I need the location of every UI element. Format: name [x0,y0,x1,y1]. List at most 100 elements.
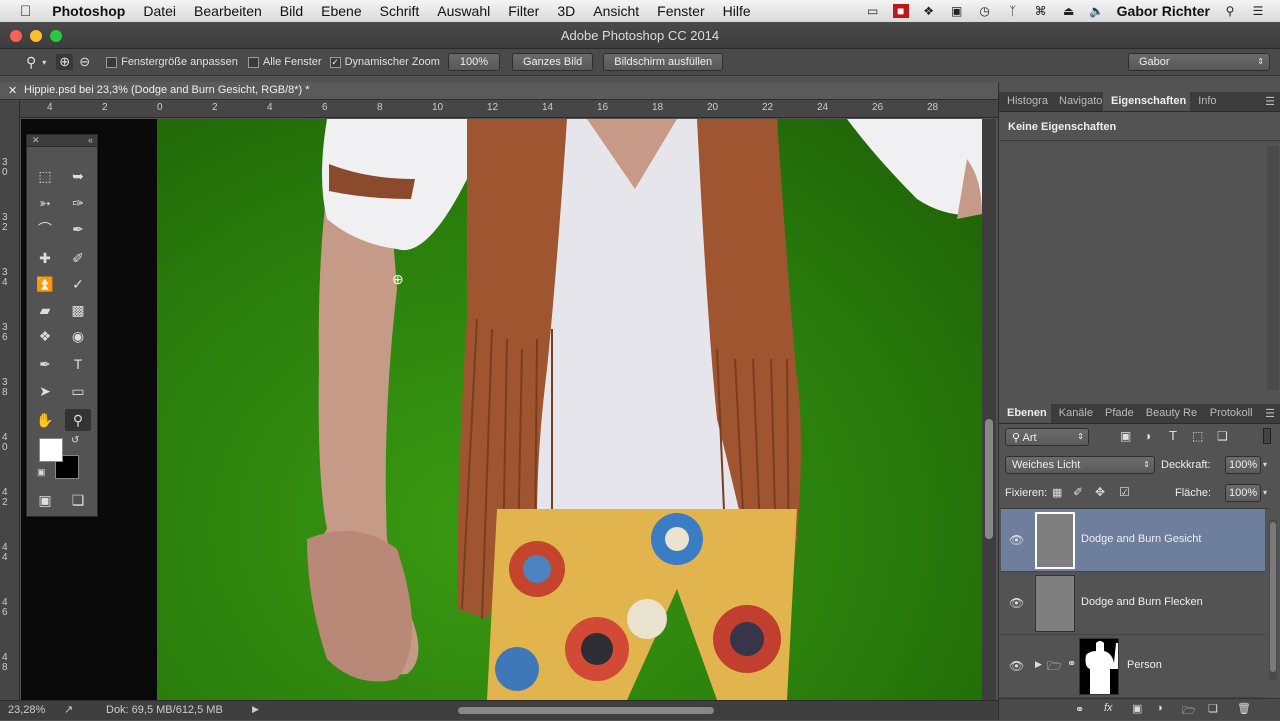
menu-ebene[interactable]: Ebene [312,3,370,19]
tab-layers[interactable]: Ebenen [999,404,1051,423]
menu-3d[interactable]: 3D [548,3,584,19]
tab-channels[interactable]: Kanäle [1051,404,1097,423]
spotlight-search-icon[interactable]: ⚲ [1222,4,1238,18]
fill-dropdown-icon[interactable]: ▾ [1263,488,1267,497]
opacity-dropdown-icon[interactable]: ▾ [1263,460,1267,469]
tab-navigator[interactable]: Navigato [1051,92,1103,111]
vertical-scrollbar[interactable] [982,119,996,700]
horizontal-ruler[interactable]: 4 2 0 2 4 6 8 10 12 14 16 18 20 22 24 26 28 [20,100,998,118]
layer-row-dodge-burn-spots[interactable]: 👁 Dodge and Burn Flecken [1001,572,1265,635]
app-status-icon[interactable]: ■ [892,4,909,18]
path-selection-tool-icon[interactable]: ➤ [32,380,58,402]
menu-datei[interactable]: Datei [134,3,185,19]
tab-info[interactable]: Info [1190,92,1220,111]
dynamic-zoom-checkbox[interactable]: ✓ Dynamischer Zoom [329,56,440,68]
filter-shape-icon[interactable]: ⬚ [1192,429,1203,443]
blend-mode-select[interactable]: Weiches Licht ⇕ [1005,456,1155,474]
gradient-tool-icon[interactable]: ▩ [65,299,91,321]
visibility-eye-icon[interactable]: 👁 [1009,659,1024,673]
checkbox-box[interactable] [247,56,259,68]
filter-toggle-icon[interactable] [1263,428,1271,444]
opacity-input[interactable]: 100% [1225,456,1261,474]
delete-layer-icon[interactable]: 🗑 [1237,702,1251,715]
document-tab-title[interactable]: Hippie.psd bei 23,3% (Dodge and Burn Ges… [24,84,310,96]
menu-filter[interactable]: Filter [499,3,548,19]
volume-icon[interactable]: 🔈 [1089,4,1105,18]
visibility-eye-icon[interactable]: 👁 [1009,533,1024,547]
user-name[interactable]: Gabor Richter [1117,3,1210,19]
vertical-ruler[interactable]: 3 0 3 2 3 4 3 6 3 8 4 0 4 2 4 4 4 6 4 8 [0,100,20,700]
all-windows-checkbox[interactable]: Alle Fenster [247,56,322,68]
horizontal-scrollbar[interactable] [270,705,986,716]
eraser-tool-icon[interactable]: ▰ [32,299,58,321]
close-panel-icon[interactable]: ✕ [32,135,40,146]
menu-ansicht[interactable]: Ansicht [584,3,648,19]
filter-type-icon[interactable]: T [1169,428,1177,443]
filter-adjustment-icon[interactable]: ◑ [1144,429,1151,443]
hand-tool-icon[interactable]: ✋ [32,409,58,431]
new-group-icon[interactable]: 🗁 [1182,702,1196,721]
type-tool-icon[interactable]: T [65,353,91,375]
screen-icon[interactable]: ▣ [949,4,965,18]
lock-pixels-icon[interactable]: ✐ [1073,485,1083,499]
default-colors-icon[interactable]: ▣ [37,467,46,478]
layers-scroll-thumb[interactable] [1270,522,1276,672]
rectangle-tool-icon[interactable]: ▭ [65,380,91,402]
layer-row-dodge-burn-face[interactable]: 👁 Dodge and Burn Gesicht [1001,509,1265,572]
menu-bild[interactable]: Bild [271,3,312,19]
tools-panel-header[interactable]: ✕ « [27,135,97,147]
wifi-icon[interactable]: ⌘ [1033,4,1049,18]
share-icon[interactable]: ↗ [64,703,73,716]
fill-input[interactable]: 100% [1225,484,1261,502]
swap-colors-icon[interactable]: ↺ [71,435,79,446]
vertical-scroll-thumb[interactable] [985,419,993,539]
whole-image-button[interactable]: Ganzes Bild [511,53,594,71]
panel-menu-icon[interactable]: ☰ [1265,92,1280,111]
marquee-tool-icon[interactable]: ⬚ [32,165,58,187]
fill-screen-button[interactable]: Bildschirm ausfüllen [603,53,724,71]
new-adjustment-icon[interactable]: ◑ [1156,702,1163,714]
airplay-icon[interactable]: ▭ [865,4,881,18]
filter-pixel-layer-icon[interactable]: ▣ [1120,429,1131,443]
layer-name[interactable]: Dodge and Burn Gesicht [1081,533,1201,545]
status-menu-arrow-icon[interactable]: ▶ [252,704,259,715]
checkbox-box[interactable] [106,56,118,68]
menu-bearbeiten[interactable]: Bearbeiten [185,3,271,19]
tab-paths[interactable]: Pfade [1097,404,1138,423]
lock-transparent-icon[interactable]: ▦ [1052,486,1062,499]
lasso-tool-icon[interactable]: ➳ [32,192,58,214]
checkmark-icon[interactable]: ✓ [329,56,341,68]
group-mask-thumbnail[interactable] [1079,638,1119,695]
eyedropper-tool-icon[interactable]: ✒ [65,218,91,240]
layer-name[interactable]: Person [1127,659,1162,671]
clone-stamp-tool-icon[interactable]: ⏫ [32,273,58,295]
add-style-fx[interactable]: fx [1104,702,1113,714]
link-layers-icon[interactable]: ⚭ [1075,703,1084,716]
dodge-tool-icon[interactable]: ◉ [65,325,91,347]
quick-selection-tool-icon[interactable]: ✑ [65,192,91,214]
menu-hilfe[interactable]: Hilfe [714,3,760,19]
layers-panel-menu-icon[interactable]: ☰ [1265,404,1280,423]
quick-mask-icon[interactable]: ▣ [32,489,58,511]
visibility-eye-icon[interactable]: 👁 [1009,596,1024,610]
bluetooth-icon[interactable]: ᛉ [1005,4,1021,18]
add-mask-icon[interactable]: ▣ [1132,702,1142,715]
zoom-tool-preset-icon[interactable]: ⚲ [26,54,36,71]
horizontal-scroll-thumb[interactable] [458,707,714,714]
zoom-tool-icon[interactable]: ⚲ [65,409,91,431]
time-machine-icon[interactable]: ◷ [977,4,993,18]
dropbox-icon[interactable]: ❖ [921,4,937,18]
document-tab-close-icon[interactable]: ✕ [8,84,17,97]
brush-tool-icon[interactable]: ✐ [65,247,91,269]
crop-tool-icon[interactable]: ⌒ [32,218,58,240]
menu-auswahl[interactable]: Auswahl [428,3,499,19]
history-brush-tool-icon[interactable]: ✓ [65,273,91,295]
lock-position-icon[interactable]: ✥ [1095,485,1105,499]
apple-icon[interactable]:  [0,3,40,20]
zoom-level[interactable]: 23,28% [8,704,45,716]
notification-list-icon[interactable]: ☰ [1250,4,1266,18]
blur-tool-icon[interactable]: ❖ [32,325,58,347]
layer-name[interactable]: Dodge and Burn Flecken [1081,596,1203,608]
tab-beauty-retouch[interactable]: Beauty Re [1138,404,1202,423]
workspace-select[interactable]: Gabor ⇕ [1128,53,1270,71]
